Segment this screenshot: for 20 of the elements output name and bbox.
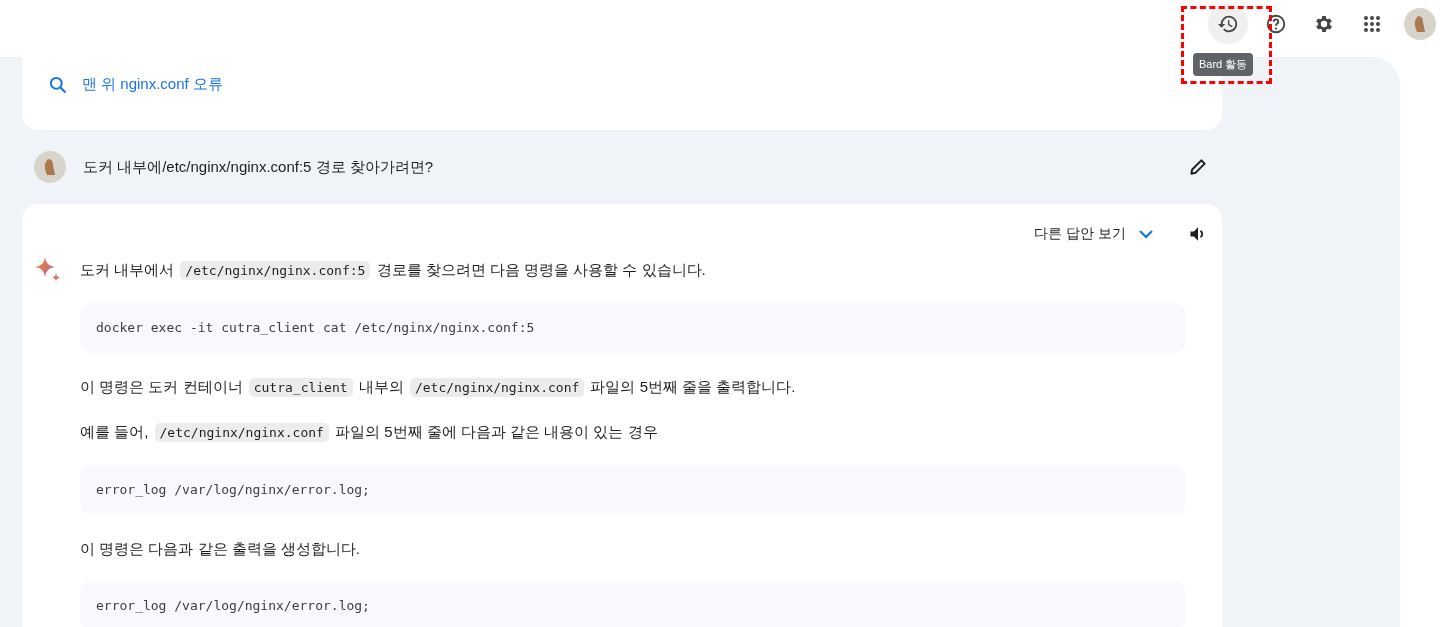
code-block: docker exec -it cutra_client cat /etc/nginx/nginx.conf:5 [80, 303, 1186, 353]
avatar-icon[interactable] [1404, 8, 1436, 40]
answer-paragraph: 예를 들어, /etc/nginx/nginx.conf 파일의 5번째 줄에 다음과 같은 내용이 있는 경우 [80, 422, 659, 444]
avatar-icon [34, 151, 66, 183]
edit-icon[interactable] [1188, 157, 1208, 177]
code-block: error_log /var/log/nginx/error.log; [80, 465, 1186, 515]
apps-icon[interactable] [1363, 15, 1381, 33]
history-icon[interactable] [1217, 13, 1239, 35]
chevron-down-icon [1138, 229, 1154, 239]
code-block: error_log /var/log/nginx/error.log; [80, 581, 1186, 627]
other-drafts-button[interactable]: 다른 답안 보기 [1034, 225, 1154, 243]
user-prompt: 도커 내부에/etc/nginx/nginx.conf:5 경로 찾아가려면? [83, 157, 435, 177]
answer-paragraph: 이 명령은 다음과 같은 출력을 생성합니다. [80, 539, 361, 559]
settings-icon[interactable] [1313, 13, 1335, 35]
answer-paragraph: 이 명령은 도커 컨테이너 cutra_client 내부의 /etc/nginx/nginx.conf 파일의 5번째 줄을 출력합니다. [80, 377, 797, 399]
search-query-link[interactable]: 맨 위 nginx.conf 오류 [82, 75, 223, 94]
tooltip: Bard 활동 [1193, 53, 1254, 76]
answer-paragraph: 도커 내부에서 /etc/nginx/nginx.conf:5 경로를 찾으려면 다음 명령을 사용할 수 있습니다. [80, 260, 707, 282]
help-icon[interactable] [1265, 13, 1287, 35]
search-icon [48, 74, 68, 95]
